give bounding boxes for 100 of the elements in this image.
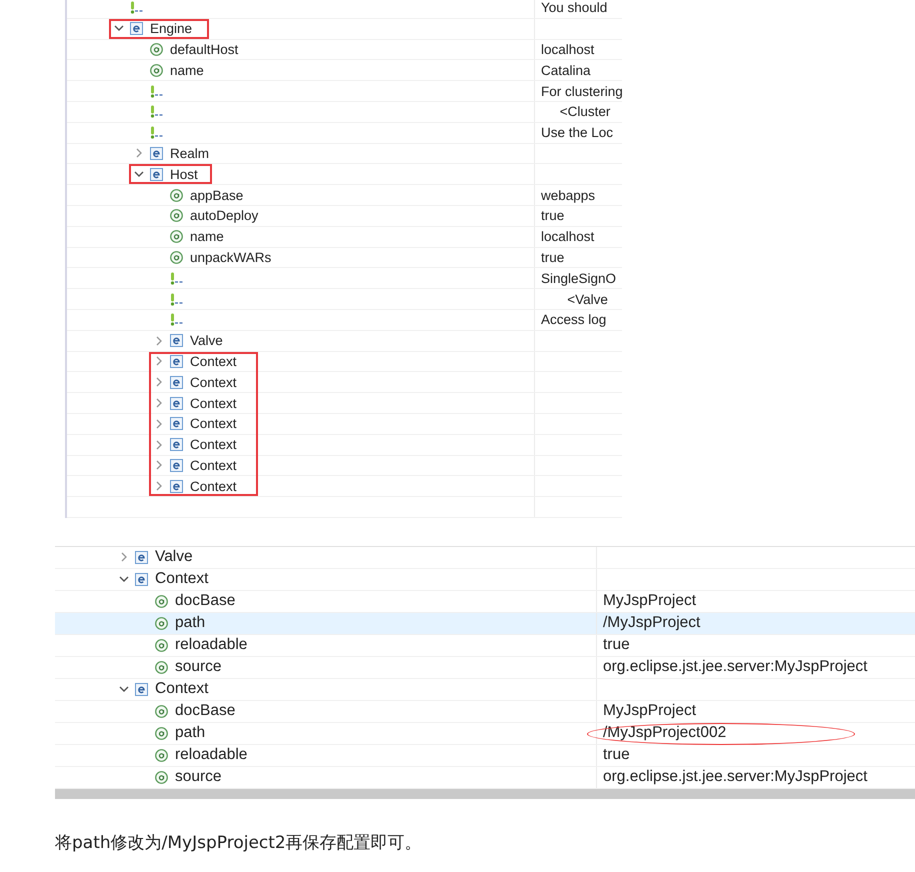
comment-icon <box>170 313 184 326</box>
attribute-icon <box>155 638 168 652</box>
node-value: true <box>541 250 564 265</box>
attribute-icon <box>155 770 168 784</box>
node-name: Context <box>190 478 237 494</box>
attribute-icon <box>150 42 163 56</box>
node-name: Valve <box>190 333 223 348</box>
tree-row[interactable]: Valve <box>55 546 915 569</box>
element-icon <box>170 354 183 368</box>
chevron-right-icon[interactable] <box>134 148 144 158</box>
node-value: Catalina <box>541 62 591 78</box>
node-name: name <box>190 229 224 244</box>
node-value: localhost <box>541 42 594 57</box>
node-name: Context <box>190 437 237 452</box>
element-icon <box>170 480 183 493</box>
node-value: webapps <box>541 188 596 203</box>
node-value: <Cluster <box>558 104 610 120</box>
comment-icon <box>150 84 164 98</box>
attribute-icon <box>155 704 168 718</box>
scrollbar[interactable] <box>55 788 915 799</box>
attribute-icon <box>170 250 183 264</box>
tree-row[interactable]: docBase MyJspProject <box>55 700 915 723</box>
node-value: true <box>603 746 630 764</box>
chevron-down-icon[interactable] <box>114 25 124 32</box>
node-name: Valve <box>155 548 193 566</box>
tree-row[interactable]: reloadable true <box>55 634 915 657</box>
node-value: MyJspProject <box>603 702 696 720</box>
node-value: true <box>541 208 564 224</box>
node-name: defaultHost <box>170 42 238 57</box>
node-name: unpackWARs <box>190 250 272 265</box>
element-icon <box>170 376 183 389</box>
chevron-right-icon[interactable] <box>154 460 164 470</box>
node-name: source <box>175 658 222 676</box>
tree-row[interactable]: Context <box>55 678 915 701</box>
node-value: You should <box>541 0 608 16</box>
element-icon <box>170 438 183 452</box>
node-name: path <box>175 724 206 742</box>
node-name: Context <box>190 458 237 473</box>
node-name: Realm <box>170 146 210 161</box>
node-value: <Valve <box>566 292 608 307</box>
node-value: /MyJspProject <box>603 614 700 632</box>
node-value: MyJspProject <box>603 592 696 610</box>
element-icon <box>170 458 183 472</box>
node-name: docBase <box>175 702 236 720</box>
comment-icon <box>150 126 164 140</box>
node-value: localhost <box>541 229 594 244</box>
node-value: org.eclipse.jst.jee.server:MyJspProject <box>603 768 868 786</box>
node-name: Context <box>190 354 237 369</box>
tree-row[interactable]: Context <box>55 568 915 591</box>
element-icon <box>170 396 183 410</box>
node-name: Context <box>190 416 237 432</box>
node-value: true <box>603 636 630 654</box>
chevron-down-icon[interactable] <box>134 170 144 178</box>
element-icon <box>135 550 148 564</box>
element-icon <box>130 22 143 36</box>
node-name: Context <box>155 570 208 588</box>
node-name: Host <box>170 166 198 182</box>
node-value: For clustering <box>541 84 623 99</box>
chevron-down-icon[interactable] <box>119 686 129 693</box>
chevron-right-icon[interactable] <box>154 377 164 388</box>
chevron-right-icon[interactable] <box>119 552 129 562</box>
tree-row[interactable]: source org.eclipse.jst.jee.server:MyJspProject <box>55 656 915 679</box>
chevron-right-icon[interactable] <box>154 356 164 366</box>
element-icon <box>135 572 148 586</box>
chevron-right-icon[interactable] <box>154 336 164 346</box>
node-name: Context <box>190 396 237 411</box>
element-icon <box>135 682 148 696</box>
comment-icon <box>170 292 184 306</box>
node-value: org.eclipse.jst.jee.server:MyJspProject <box>603 658 868 676</box>
chevron-right-icon[interactable] <box>154 418 164 429</box>
attribute-icon <box>150 64 163 77</box>
chevron-right-icon[interactable] <box>154 440 164 450</box>
node-name: path <box>175 614 206 632</box>
chevron-right-icon[interactable] <box>154 481 164 492</box>
attribute-icon <box>155 726 168 740</box>
attribute-icon <box>155 660 168 674</box>
node-name: source <box>175 768 222 786</box>
element-icon <box>150 168 163 181</box>
tree-row[interactable]: reloadable true <box>55 744 915 767</box>
node-name: Context <box>190 374 237 390</box>
chevron-down-icon[interactable] <box>119 576 129 583</box>
node-name: appBase <box>190 188 244 203</box>
chevron-right-icon[interactable] <box>154 398 164 408</box>
node-name: reloadable <box>175 636 248 654</box>
attribute-icon <box>170 209 183 222</box>
node-value: /MyJspProject002 <box>603 724 726 742</box>
node-value: Use the Loc <box>541 125 614 140</box>
attribute-icon <box>155 594 168 608</box>
element-icon <box>170 417 183 430</box>
comment-icon <box>170 272 184 285</box>
tree-row[interactable]: path /MyJspProject002 <box>55 722 915 745</box>
node-value: SingleSignO <box>541 270 616 286</box>
caption-text: 将path修改为/MyJspProject2再保存配置即可。 <box>55 832 423 854</box>
element-icon <box>170 334 183 348</box>
node-name: name <box>170 62 204 78</box>
node-name: docBase <box>175 592 236 610</box>
attribute-icon <box>170 230 183 244</box>
attribute-icon <box>170 188 183 202</box>
node-name: Context <box>155 680 208 698</box>
tree-row[interactable]: path /MyJspProject <box>55 612 915 635</box>
